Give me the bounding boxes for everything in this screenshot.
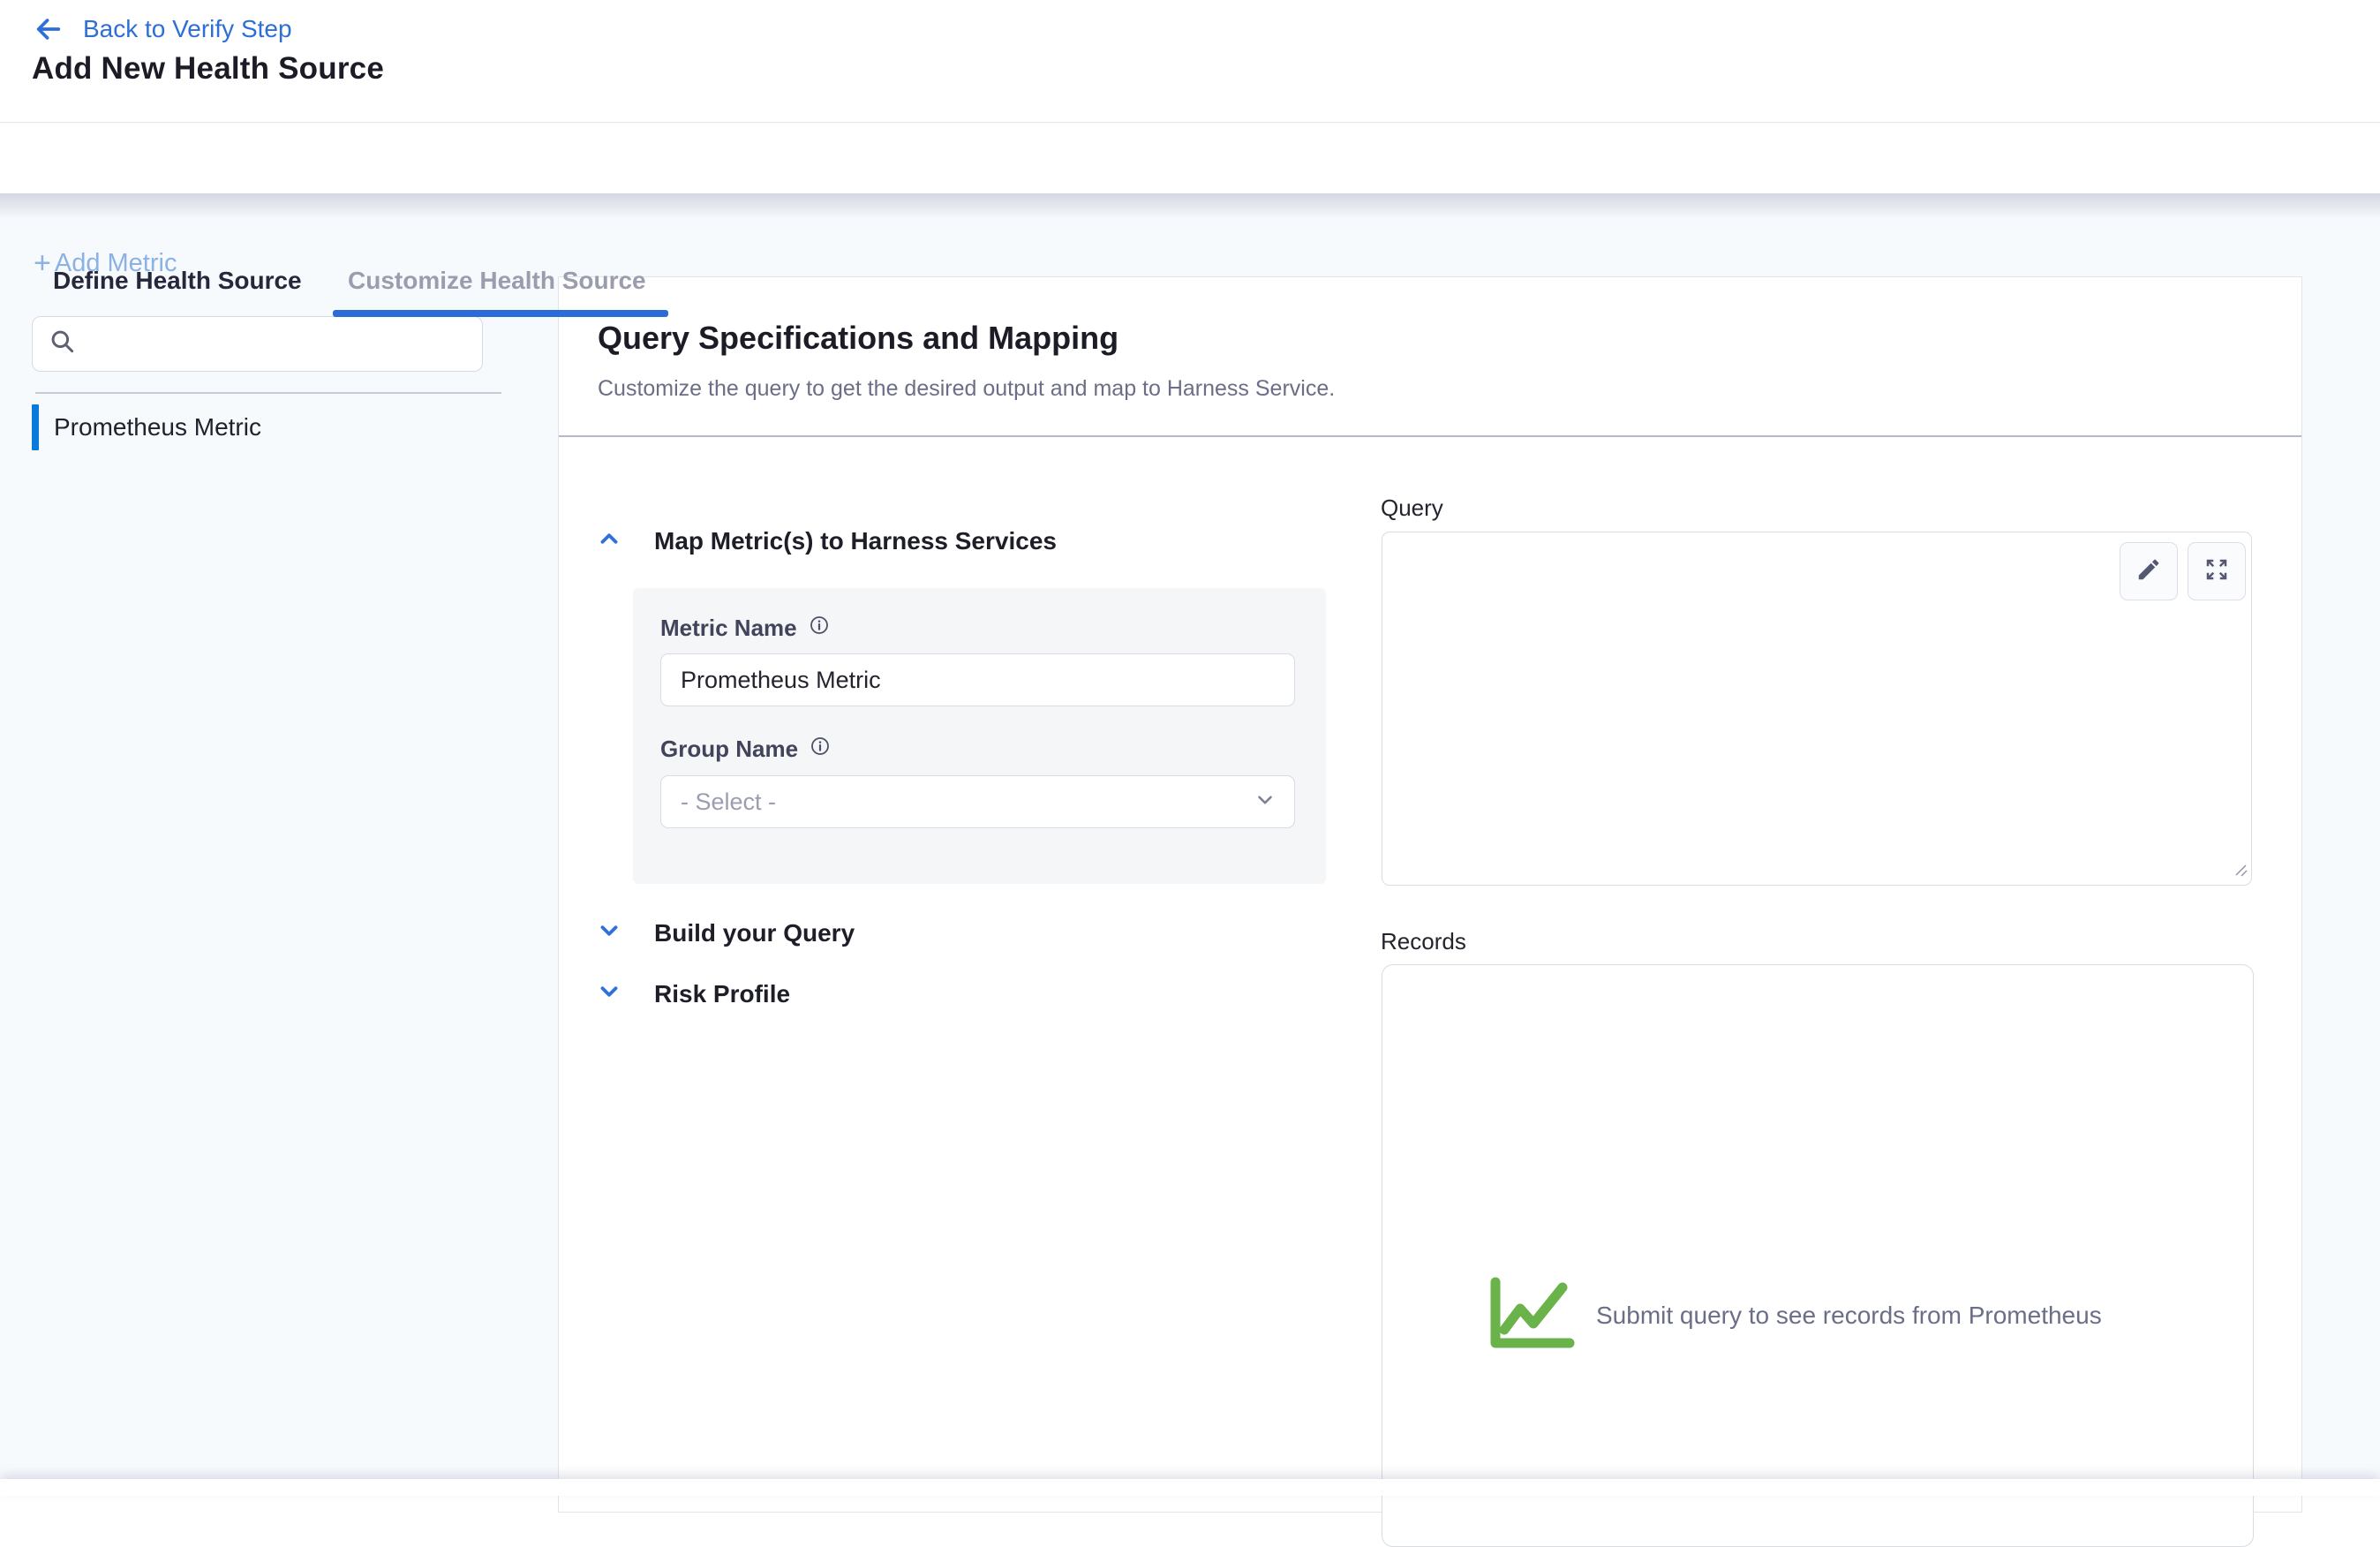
- info-icon[interactable]: [810, 736, 831, 763]
- group-name-label: Group Name: [660, 736, 798, 763]
- query-specifications-card: Query Specifications and Mapping Customi…: [558, 276, 2302, 1513]
- metric-name-label: Metric Name: [660, 615, 797, 642]
- footer-bar: [0, 1479, 2380, 1496]
- plus-icon: +: [34, 251, 51, 276]
- page-title: Add New Health Source: [32, 51, 384, 87]
- chevron-down-icon: [596, 978, 622, 1009]
- metric-search-input[interactable]: [77, 330, 482, 358]
- chevron-up-icon: [596, 525, 622, 556]
- query-label: Query: [1381, 494, 1443, 522]
- section-map-metrics-label: Map Metric(s) to Harness Services: [654, 527, 1057, 555]
- back-to-verify-step-link[interactable]: Back to Verify Step: [34, 14, 292, 44]
- edit-query-button[interactable]: [2120, 542, 2178, 600]
- metric-list-item-prometheus[interactable]: Prometheus Metric: [32, 399, 500, 456]
- tab-customize-health-source[interactable]: Customize Health Source: [348, 267, 646, 295]
- group-name-label-row: Group Name: [660, 736, 831, 763]
- card-title: Query Specifications and Mapping: [598, 320, 1118, 357]
- pencil-icon: [2135, 556, 2162, 587]
- search-icon: [49, 328, 77, 360]
- metric-name-label-row: Metric Name: [660, 615, 830, 642]
- tab-define-health-source[interactable]: Define Health Source: [53, 267, 302, 295]
- info-icon[interactable]: [809, 615, 830, 642]
- group-name-select[interactable]: - Select -: [660, 775, 1295, 828]
- metric-name-input[interactable]: [660, 653, 1295, 706]
- section-build-query-toggle[interactable]: Build your Query: [596, 917, 855, 948]
- fullscreen-icon: [2203, 556, 2230, 587]
- records-empty-state: Submit query to see records from Prometh…: [1487, 1276, 2102, 1355]
- chevron-down-icon: [1254, 789, 1277, 816]
- sidebar-divider: [35, 392, 501, 394]
- line-chart-icon: [1487, 1276, 1575, 1355]
- section-map-metrics-toggle[interactable]: Map Metric(s) to Harness Services: [596, 525, 1057, 556]
- section-build-query-label: Build your Query: [654, 919, 855, 947]
- map-metrics-form-panel: Metric Name Group Name - Select: [633, 588, 1326, 884]
- section-risk-profile-toggle[interactable]: Risk Profile: [596, 978, 790, 1009]
- card-subtitle: Customize the query to get the desired o…: [598, 376, 1335, 402]
- tab-bar-shadow: [0, 193, 2380, 220]
- records-label: Records: [1381, 928, 1466, 955]
- records-empty-text: Submit query to see records from Prometh…: [1596, 1302, 2102, 1330]
- health-source-tabs: Define Health Source Customize Health So…: [0, 124, 2380, 193]
- metric-search-box: [32, 316, 483, 372]
- back-arrow-icon: [34, 14, 64, 44]
- metric-item-label: Prometheus Metric: [54, 413, 261, 441]
- card-divider: [559, 435, 2301, 437]
- active-tab-indicator: [333, 310, 668, 317]
- expand-query-button[interactable]: [2188, 542, 2246, 600]
- page-header: Back to Verify Step Add New Health Sourc…: [0, 0, 2380, 123]
- section-risk-profile-label: Risk Profile: [654, 980, 790, 1008]
- back-link-label: Back to Verify Step: [83, 15, 292, 43]
- chevron-down-icon: [596, 917, 622, 948]
- query-editor: [1382, 532, 2252, 886]
- selected-indicator-bar: [32, 404, 39, 450]
- records-panel: Submit query to see records from Prometh…: [1382, 964, 2254, 1547]
- group-name-placeholder: - Select -: [681, 789, 1254, 816]
- add-health-source-page: { "header": { "back": "Back to Verify St…: [0, 0, 2380, 1496]
